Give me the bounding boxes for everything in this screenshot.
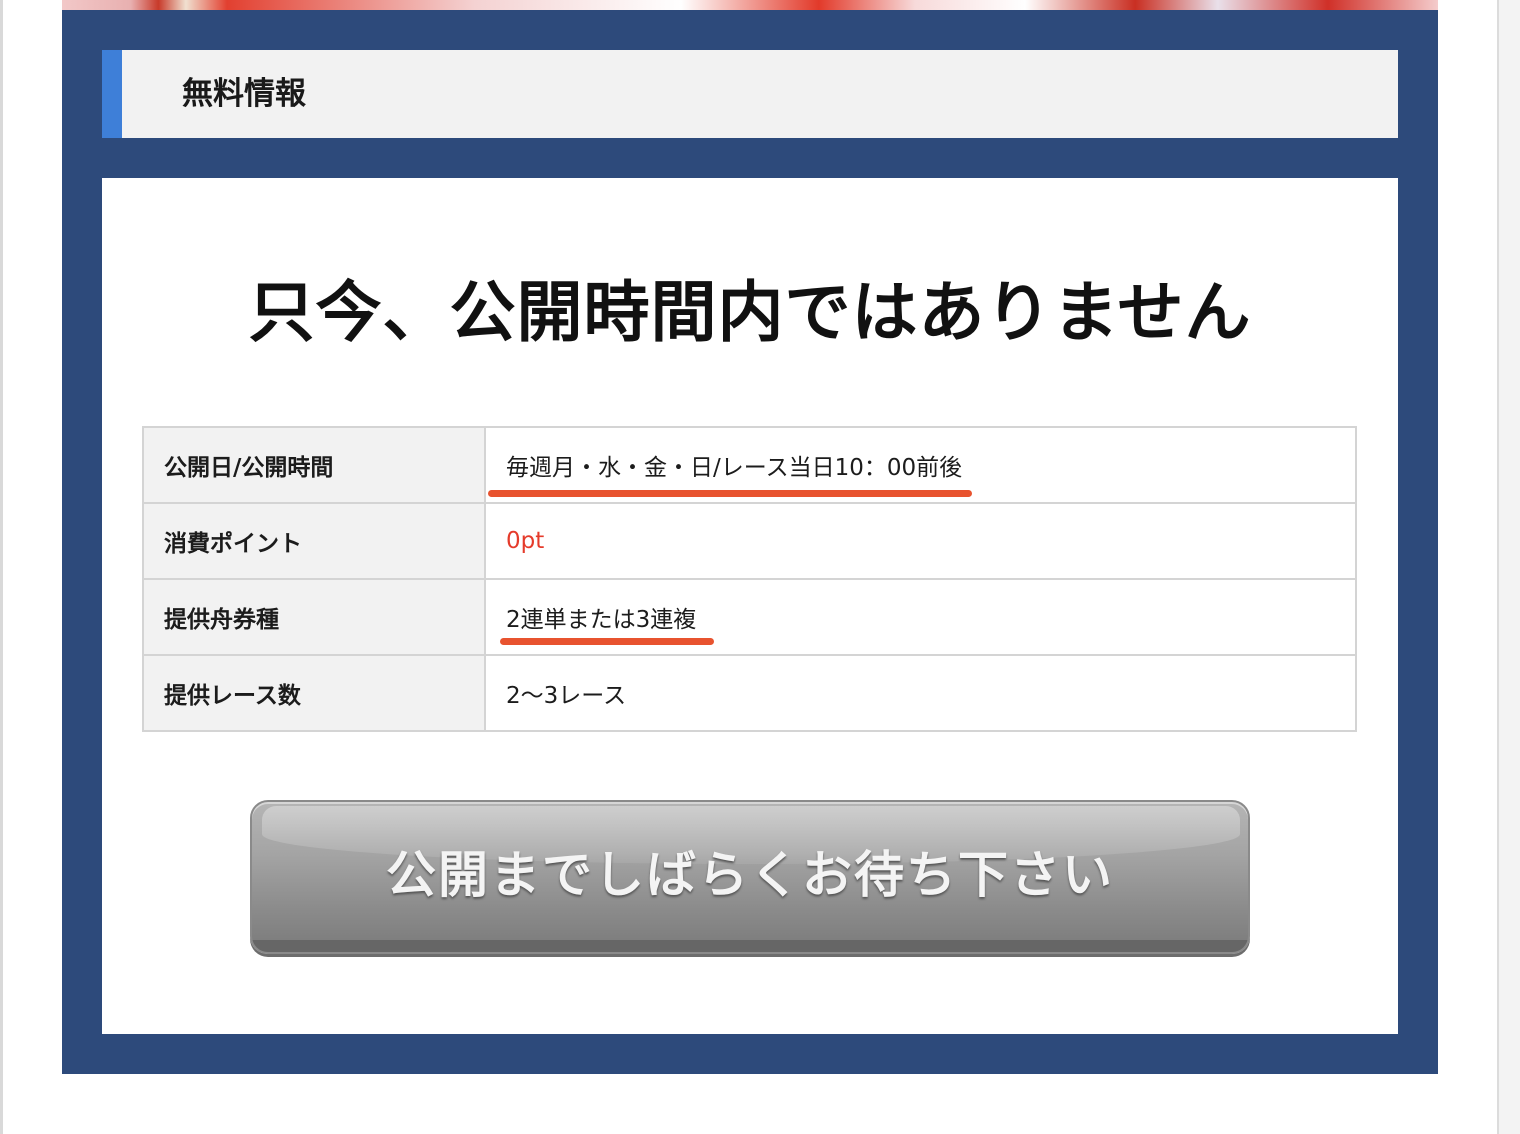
page: 無料情報 只今、公開時間内ではありません 公開日/公開時間 毎週月・水・金・日/… — [0, 0, 1520, 1134]
button-bottom-edge — [252, 940, 1248, 952]
row-value-ticket-type: 2連単または3連複 — [484, 578, 1357, 656]
table-row: 提供レース数 2〜3レース — [142, 654, 1357, 732]
section-header: 無料情報 — [102, 50, 1398, 138]
highlight-underline — [488, 490, 972, 497]
row-label-race-count: 提供レース数 — [142, 654, 486, 732]
table-row: 消費ポイント 0pt — [142, 502, 1357, 580]
hero-banner-edge — [62, 0, 1438, 10]
row-value-publish-schedule: 毎週月・水・金・日/レース当日10：00前後 — [484, 426, 1357, 504]
table-row: 提供舟券種 2連単または3連複 — [142, 578, 1357, 656]
row-label-ticket-type: 提供舟券種 — [142, 578, 486, 656]
row-value-race-count: 2〜3レース — [484, 654, 1357, 732]
page-left-border — [0, 0, 3, 1134]
highlight-underline — [500, 638, 714, 645]
publish-schedule-text: 毎週月・水・金・日/レース当日10：00前後 — [506, 455, 963, 481]
table-row: 公開日/公開時間 毎週月・水・金・日/レース当日10：00前後 — [142, 426, 1357, 504]
info-content: 只今、公開時間内ではありません 公開日/公開時間 毎週月・水・金・日/レース当日… — [102, 178, 1398, 1034]
section-header-accent — [102, 50, 122, 138]
info-table: 公開日/公開時間 毎週月・水・金・日/レース当日10：00前後 消費ポイント 0… — [142, 426, 1357, 732]
please-wait-button[interactable]: 公開までしばらくお待ち下さい — [250, 800, 1250, 954]
points-value: 0pt — [506, 528, 545, 554]
not-published-notice: 只今、公開時間内ではありません — [248, 274, 1252, 351]
scrollbar-track[interactable] — [1497, 0, 1520, 1134]
row-label-points: 消費ポイント — [142, 502, 486, 580]
free-info-panel: 無料情報 只今、公開時間内ではありません 公開日/公開時間 毎週月・水・金・日/… — [62, 10, 1438, 1074]
ticket-type-text: 2連単または3連複 — [506, 607, 697, 633]
row-label-publish-schedule: 公開日/公開時間 — [142, 426, 486, 504]
row-value-points: 0pt — [484, 502, 1357, 580]
please-wait-button-label: 公開までしばらくお待ち下さい — [386, 846, 1114, 904]
section-title: 無料情報 — [182, 76, 306, 112]
